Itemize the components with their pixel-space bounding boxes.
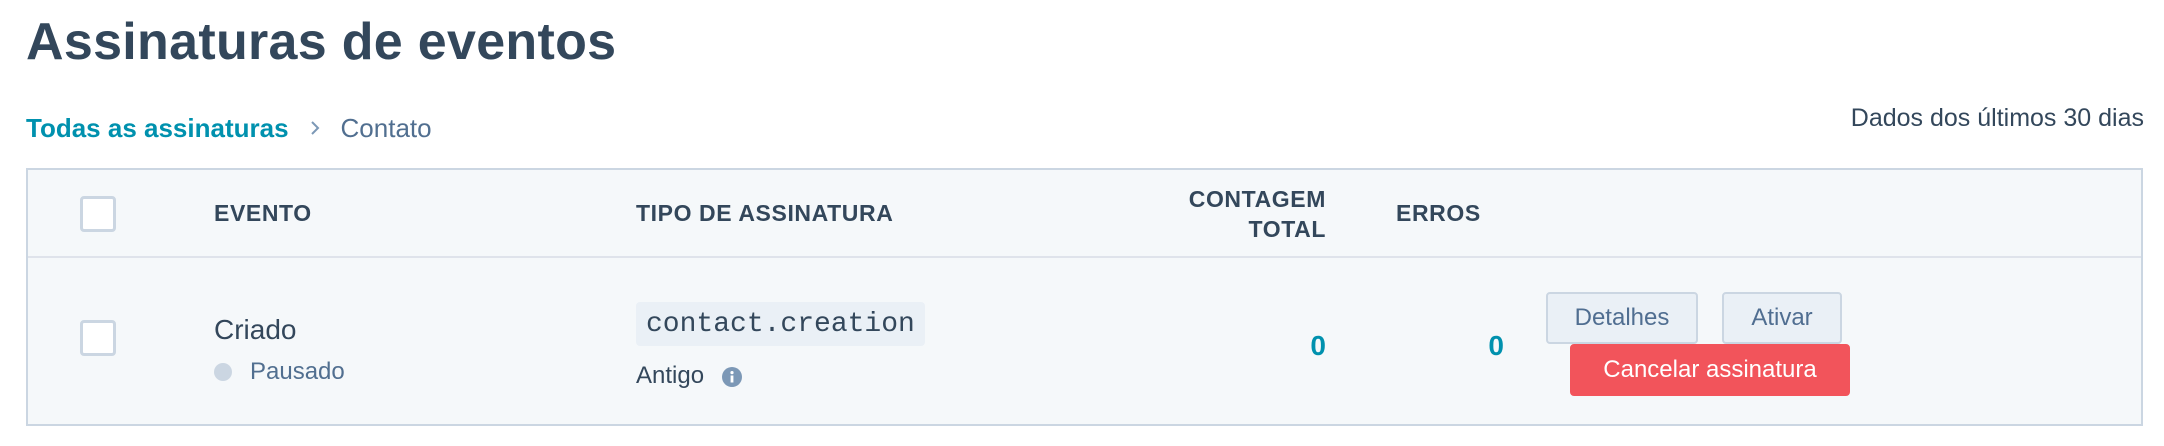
subscription-version-label: Antigo bbox=[636, 362, 705, 389]
errors-value[interactable]: 0 bbox=[1406, 330, 1504, 362]
activate-button[interactable]: Ativar bbox=[1722, 292, 1842, 344]
chevron-right-icon bbox=[303, 116, 327, 140]
column-header-event[interactable]: EVENTO bbox=[214, 198, 312, 228]
subscription-code: contact.creation bbox=[636, 302, 925, 346]
breadcrumb-current: Contato bbox=[340, 112, 432, 143]
column-header-subscription-type[interactable]: TIPO DE ASSINATURA bbox=[636, 198, 893, 228]
column-header-total-count[interactable]: CONTAGEM TOTAL bbox=[1138, 184, 1326, 244]
details-button[interactable]: Detalhes bbox=[1546, 292, 1698, 344]
info-icon[interactable] bbox=[722, 366, 743, 387]
event-name: Criado bbox=[214, 314, 297, 345]
breadcrumb: Todas as assinaturas Contato bbox=[26, 110, 432, 146]
table-header: EVENTO TIPO DE ASSINATURA CONTAGEM TOTAL… bbox=[28, 170, 2141, 258]
row-checkbox[interactable] bbox=[80, 320, 116, 356]
column-header-errors[interactable]: ERROS bbox=[1396, 198, 1481, 228]
event-subscriptions-page: Assinaturas de eventos Todas as assinatu… bbox=[0, 0, 2164, 446]
page-title: Assinaturas de eventos bbox=[26, 13, 617, 71]
subscription-version: Antigo bbox=[636, 362, 743, 390]
subscriptions-table: EVENTO TIPO DE ASSINATURA CONTAGEM TOTAL… bbox=[26, 168, 2143, 426]
breadcrumb-all-subscriptions-link[interactable]: Todas as assinaturas bbox=[26, 113, 289, 144]
table-row: Criado Pausado contact.creation Antigo 0… bbox=[28, 258, 2141, 424]
total-count-value[interactable]: 0 bbox=[1228, 330, 1326, 362]
status-dot-icon bbox=[214, 363, 232, 381]
data-range-note: Dados dos últimos 30 dias bbox=[1850, 104, 2144, 132]
select-all-checkbox[interactable] bbox=[80, 196, 116, 232]
cancel-subscription-button[interactable]: Cancelar assinatura bbox=[1570, 344, 1850, 396]
status-indicator: Pausado bbox=[214, 358, 345, 386]
status-label: Pausado bbox=[250, 358, 345, 385]
